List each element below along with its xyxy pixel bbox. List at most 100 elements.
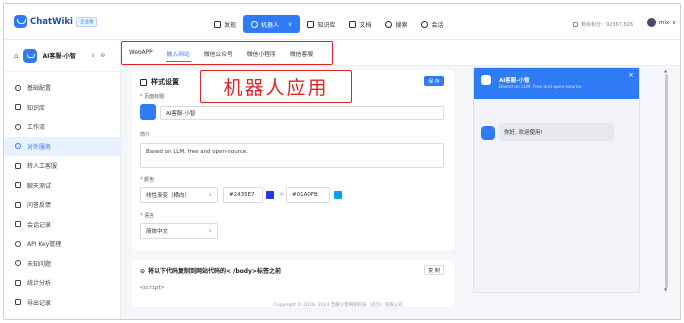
arrow-right-icon: >	[279, 191, 285, 198]
test-icon	[15, 182, 21, 189]
sidebar-item-human-agent[interactable]: 转人工客服	[4, 156, 121, 176]
key-icon	[15, 240, 21, 247]
user-name: mix	[659, 19, 670, 26]
link-icon: ⊝	[140, 268, 146, 275]
scroll-up-arrow[interactable]: ▲	[664, 68, 667, 73]
robot-avatar-upload[interactable]	[140, 104, 156, 120]
logo[interactable]: ChatWiki 企业版	[14, 15, 98, 28]
greeting-bubble: 你好, 欢迎使用!	[499, 123, 614, 141]
book-icon	[15, 104, 21, 111]
embed-code-card: ⊝ 将以下代码复制到网站代码的< /body>标签之前 复 制 <script>	[132, 260, 454, 307]
color-start-swatch[interactable]	[266, 191, 274, 199]
copy-button[interactable]: 复 制	[424, 265, 444, 275]
sidebar-item-workflow[interactable]: 工作流	[4, 117, 121, 137]
color-end-input[interactable]: #01A0FB	[286, 187, 330, 203]
sidebar-item-label: 会话记录	[27, 221, 52, 229]
sidebar-item-label: 转人工客服	[27, 163, 58, 171]
code-snippet[interactable]: <script>	[140, 285, 164, 291]
tab-embed-website[interactable]: 嵌入网站	[160, 42, 197, 64]
sidebar-item-feedback[interactable]: 问答反馈	[4, 195, 121, 215]
user-menu[interactable]: mix ∨	[647, 18, 676, 27]
nav-label: 发现	[224, 21, 237, 29]
color-mode-value: 线性渐变（横向）	[146, 193, 191, 199]
export-icon	[15, 299, 21, 306]
page-title-label: 页面标题	[140, 93, 164, 100]
score-display: 剩余积分：92367,826	[573, 21, 633, 28]
sidebar-item-statistics[interactable]: 统计分析	[4, 273, 121, 293]
sidebar-item-label: 对外服务	[27, 143, 52, 151]
edition-badge: 企业版	[75, 16, 98, 27]
tabs-highlight-box: WebAPP 嵌入网站 微信公众号 微信小程序 微信客服	[121, 41, 333, 65]
language-label: 语言	[140, 212, 154, 219]
sidebar-item-label: 基础配置	[27, 85, 52, 93]
tab-wechat-miniprogram[interactable]: 微信小程序	[240, 42, 283, 64]
nav-documents[interactable]: 文档	[342, 15, 378, 33]
sidebar-item-label: API Key管理	[27, 241, 62, 249]
sidebar-item-export[interactable]: 导出记录	[4, 293, 121, 313]
app-window: ChatWiki 企业版 发现 机器人 ∨ 知识库 文档 搜索 会话 剩余积分：…	[3, 3, 681, 320]
tab-webapp[interactable]: WebAPP	[122, 42, 160, 64]
sidebar-item-basic-config[interactable]: 基础配置	[4, 78, 121, 98]
close-icon[interactable]: ×	[628, 71, 634, 79]
scrollbar[interactable]	[665, 74, 668, 288]
tab-bar: WebAPP 嵌入网站 微信公众号 微信小程序 微信客服	[121, 40, 680, 66]
color-start-input[interactable]: #2435E7	[223, 187, 263, 203]
scroll-down-arrow[interactable]: ▼	[664, 287, 667, 292]
chevron-down-icon: ∨	[208, 192, 212, 198]
nav-robot[interactable]: 机器人 ∨	[243, 15, 301, 33]
nav-discover[interactable]: 发现	[207, 15, 243, 33]
sidebar-item-chat-test[interactable]: 聊天测试	[4, 176, 121, 196]
workflow-icon	[15, 123, 21, 130]
sidebar-item-label: 聊天测试	[27, 182, 52, 190]
robot-selector[interactable]: ⌂ AI客服-小智 ∨ ⊕	[4, 40, 121, 72]
nav-knowledge[interactable]: 知识库	[300, 15, 342, 33]
robot-icon	[251, 20, 259, 28]
language-select[interactable]: 简体中文 ∨	[140, 223, 218, 239]
chat-icon	[421, 20, 429, 28]
color-end-swatch[interactable]	[334, 191, 342, 199]
nav-chat[interactable]: 会话	[414, 15, 450, 33]
top-nav: 发现 机器人 ∨ 知识库 文档 搜索 会话	[207, 15, 451, 33]
sidebar-item-label: 未知问题	[27, 260, 52, 268]
sidebar-item-knowledge[interactable]: 知识库	[4, 98, 121, 118]
nav-label: 机器人	[261, 21, 280, 29]
sidebar-item-unknown-questions[interactable]: 未知问题	[4, 254, 121, 274]
sidebar-item-api-key[interactable]: API Key管理	[4, 234, 121, 254]
card-title-text: 样式设置	[151, 78, 179, 86]
score-text: 剩余积分：92367,826	[581, 22, 634, 28]
sidebar-menu: 基础配置 知识库 工作流 对外服务 转人工客服 聊天测试 问答反馈 会话记录 A…	[4, 78, 121, 312]
chevron-down-icon: ∨	[288, 20, 293, 28]
save-button[interactable]: 保 存	[424, 76, 444, 86]
chevron-down-icon[interactable]: ∨	[91, 52, 95, 59]
language-value: 简体中文	[146, 229, 169, 235]
robot-avatar	[481, 75, 491, 85]
preview-name: AI客服-小智	[499, 78, 530, 84]
bot-avatar	[481, 126, 495, 140]
logo-text: ChatWiki	[30, 16, 73, 27]
sidebar-item-external-service[interactable]: 对外服务	[4, 136, 121, 156]
sidebar-item-label: 导出记录	[27, 299, 52, 307]
code-title-text: 将以下代码复制到网站代码的< /body>标签之前	[148, 268, 281, 275]
record-icon	[15, 221, 21, 228]
coin-icon	[573, 22, 578, 27]
sidebar-item-label: 工作流	[27, 124, 46, 132]
nav-search[interactable]: 搜索	[378, 15, 414, 33]
preview-subtitle: Based on LLM, free and open-source.	[499, 85, 583, 90]
footer-copyright: Copyright © 2016- 2024 芝麻小客网络科技（武汉）有限公司	[274, 303, 403, 308]
robot-name: AI客服-小智	[42, 53, 76, 60]
widget-preview: AI客服-小智 Based on LLM, free and open-sour…	[473, 67, 640, 293]
intro-textarea[interactable]: Based on LLM, free and open-source.	[140, 143, 444, 168]
chatwiki-logo-icon	[14, 15, 27, 28]
color-mode-select[interactable]: 线性渐变（横向） ∨	[140, 187, 218, 203]
gear-icon	[15, 84, 21, 91]
add-icon[interactable]: ⊕	[100, 52, 105, 59]
home-icon[interactable]: ⌂	[14, 52, 18, 60]
monitor-icon	[140, 78, 147, 86]
page-title-input[interactable]: AI客服-小智	[160, 106, 444, 120]
card-title: 样式设置	[140, 77, 179, 87]
sidebar-item-label: 知识库	[27, 104, 46, 112]
sidebar-item-session-records[interactable]: 会话记录	[4, 215, 121, 235]
tab-wechat-service[interactable]: 微信客服	[283, 42, 320, 64]
tab-wechat-official[interactable]: 微信公众号	[197, 42, 240, 64]
robot-avatar	[23, 48, 38, 63]
